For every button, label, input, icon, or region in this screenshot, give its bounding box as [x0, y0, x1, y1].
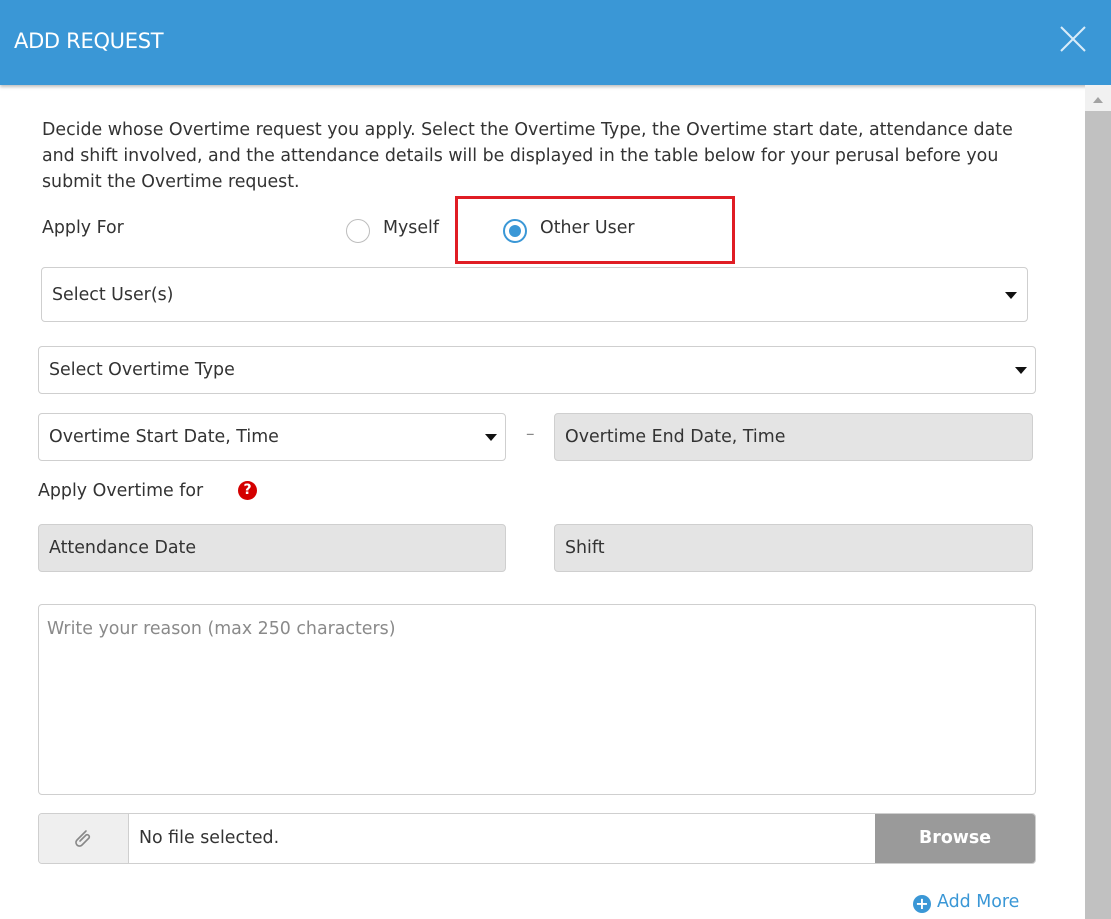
chevron-down-icon — [1005, 291, 1017, 299]
scroll-thumb[interactable] — [1085, 111, 1111, 919]
shift-field: Shift — [554, 524, 1033, 572]
select-users-value: Select User(s) — [52, 284, 174, 305]
file-status-text: No file selected. — [139, 828, 280, 848]
reason-placeholder: Write your reason (max 250 characters) — [47, 619, 396, 639]
radio-myself[interactable] — [346, 219, 370, 243]
question-circle-icon[interactable]: ? — [238, 481, 257, 500]
add-more-link[interactable]: + Add More — [913, 892, 1019, 913]
overtime-type-value: Select Overtime Type — [49, 360, 235, 380]
attendance-date-value: Attendance Date — [49, 538, 197, 558]
chevron-down-icon — [1015, 367, 1027, 374]
add-more-label: Add More — [937, 892, 1020, 912]
file-upload[interactable]: No file selected. Browse — [38, 813, 1036, 864]
overtime-start-dropdown[interactable]: Overtime Start Date, Time — [38, 413, 506, 461]
overtime-type-dropdown[interactable]: Select Overtime Type — [38, 346, 1036, 394]
browse-button[interactable]: Browse — [875, 814, 1035, 863]
paperclip-icon — [75, 830, 91, 847]
radio-myself-label[interactable]: Myself — [383, 218, 439, 238]
apply-for-label: Apply For — [42, 218, 124, 238]
overtime-start-value: Overtime Start Date, Time — [49, 427, 279, 447]
highlight-box — [455, 196, 735, 264]
select-users-dropdown[interactable]: Select User(s) — [41, 267, 1028, 322]
date-range-separator: – — [526, 424, 535, 444]
chevron-down-icon — [485, 434, 497, 441]
shift-value: Shift — [565, 538, 605, 558]
apply-overtime-for-label: Apply Overtime for — [38, 481, 204, 501]
scrollbar[interactable] — [1085, 85, 1111, 919]
dialog-title: ADD REQUEST — [14, 29, 164, 53]
reason-textarea[interactable]: Write your reason (max 250 characters) — [38, 604, 1036, 795]
attendance-date-field: Attendance Date — [38, 524, 506, 572]
close-icon[interactable] — [1058, 24, 1088, 54]
dialog-header: ADD REQUEST — [0, 0, 1111, 85]
plus-circle-icon: + — [913, 895, 931, 913]
scroll-up-arrow-icon[interactable] — [1093, 97, 1103, 103]
overtime-end-field: Overtime End Date, Time — [554, 413, 1033, 461]
attachment-cell — [39, 814, 129, 863]
overtime-end-value: Overtime End Date, Time — [565, 427, 786, 447]
instructions-text: Decide whose Overtime request you apply.… — [42, 120, 1013, 192]
